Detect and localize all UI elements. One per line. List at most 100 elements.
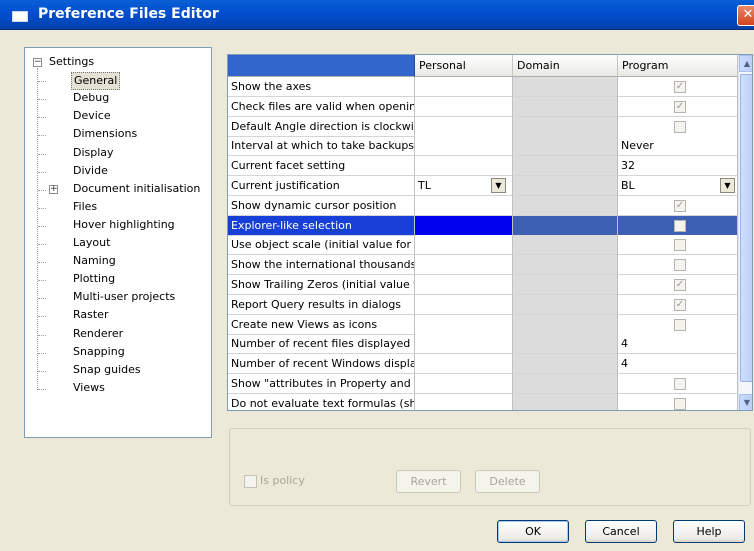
- personal-value-cell[interactable]: [415, 235, 513, 256]
- personal-value-cell[interactable]: [415, 294, 513, 315]
- personal-value-cell[interactable]: [415, 116, 513, 137]
- tree-node-multi-user-projects[interactable]: Multi-user projects: [73, 289, 175, 305]
- tree-node-views[interactable]: Views: [73, 380, 105, 396]
- tree-node-display[interactable]: Display: [73, 145, 114, 161]
- policy-group-box: [229, 428, 751, 506]
- tree-node-snapping[interactable]: Snapping: [73, 344, 125, 360]
- tree-node-debug[interactable]: Debug: [73, 90, 109, 106]
- program-value-cell: 4: [618, 334, 738, 355]
- tree-guide-tick: [38, 171, 46, 173]
- domain-value-cell: [513, 275, 618, 295]
- settings-tree[interactable]: − Settings General Debug Device Dimensions Dis…: [24, 47, 212, 438]
- program-value-cell: Never: [618, 136, 738, 157]
- table-row[interactable]: Default Angle direction is clockwise: [228, 116, 738, 137]
- table-row[interactable]: Current facet setting 32: [228, 156, 738, 177]
- program-value-text: Never: [621, 139, 654, 153]
- table-row[interactable]: Check files are valid when opening ✓: [228, 96, 738, 117]
- personal-value-cell[interactable]: [415, 136, 513, 157]
- is-policy-checkbox[interactable]: Is policy: [244, 474, 305, 488]
- personal-value-cell[interactable]: [415, 393, 513, 410]
- tree-node-dimensions[interactable]: Dimensions: [73, 126, 137, 142]
- tree-guide-tick: [38, 280, 46, 282]
- ok-button[interactable]: OK: [497, 520, 569, 543]
- tree-guide-tick: [38, 99, 46, 101]
- tree-node-layout[interactable]: Layout: [73, 235, 110, 251]
- tree-node-plotting[interactable]: Plotting: [73, 271, 115, 287]
- program-checkbox: [674, 397, 686, 410]
- setting-name-cell: Explorer-like selection: [228, 215, 415, 236]
- tree-guide-tick: [38, 189, 46, 191]
- program-value-cell: [618, 116, 738, 137]
- table-row[interactable]: Interval at which to take backups Never: [228, 136, 738, 157]
- tree-guide-tick: [38, 135, 46, 137]
- table-row[interactable]: Create new Views as icons: [228, 314, 738, 335]
- cancel-button[interactable]: Cancel: [585, 520, 657, 543]
- tree-expand-expander[interactable]: +: [49, 184, 58, 194]
- column-header-domain[interactable]: Domain: [513, 55, 618, 77]
- personal-value-cell[interactable]: TL ▼: [415, 176, 513, 196]
- personal-value-cell[interactable]: [415, 195, 513, 216]
- table-row[interactable]: Number of recent Windows display 4: [228, 354, 738, 375]
- tree-node-settings[interactable]: Settings: [49, 54, 94, 70]
- close-button[interactable]: ✕: [737, 5, 754, 26]
- revert-button[interactable]: Revert: [396, 470, 461, 493]
- table-row[interactable]: Do not evaluate text formulas (sh: [228, 393, 738, 410]
- tree-node-device[interactable]: Device: [73, 108, 111, 124]
- table-row[interactable]: Use object scale (initial value for n: [228, 235, 738, 256]
- table-row[interactable]: Show Trailing Zeros (initial value fc ✓: [228, 275, 738, 295]
- table-row[interactable]: Explorer-like selection: [228, 215, 738, 236]
- tree-node-document-initialisation[interactable]: Document initialisation: [73, 181, 200, 197]
- tree-guide-tick: [38, 262, 46, 264]
- vertical-scrollbar[interactable]: ▲ ▼: [738, 55, 752, 410]
- setting-name-cell: Show the axes: [228, 77, 415, 97]
- program-dropdown-arrow-icon[interactable]: ▼: [720, 178, 735, 193]
- tree-node-divide[interactable]: Divide: [73, 163, 108, 179]
- tree-collapse-expander[interactable]: −: [33, 58, 42, 67]
- personal-value-cell[interactable]: [415, 334, 513, 355]
- tree-node-snap-guides[interactable]: Snap guides: [73, 362, 141, 378]
- table-row[interactable]: Current justification TL ▼ BL ▼: [228, 176, 738, 196]
- tree-node-raster[interactable]: Raster: [73, 307, 108, 323]
- table-row[interactable]: Show the international thousands: [228, 255, 738, 276]
- tree-node-hover-highlighting[interactable]: Hover highlighting: [73, 217, 175, 233]
- program-value-cell: [618, 374, 738, 394]
- personal-value-cell[interactable]: [415, 156, 513, 177]
- domain-value-cell: [513, 374, 618, 394]
- table-row[interactable]: Number of recent files displayed 4: [228, 334, 738, 355]
- table-row[interactable]: Report Query results in dialogs ✓: [228, 294, 738, 315]
- table-row[interactable]: Show the axes ✓: [228, 77, 738, 97]
- personal-value-cell[interactable]: [415, 215, 513, 236]
- domain-value-cell: [513, 393, 618, 410]
- scroll-down-button[interactable]: ▼: [739, 394, 752, 410]
- tree-node-naming[interactable]: Naming: [73, 253, 116, 269]
- scroll-thumb[interactable]: [740, 74, 752, 382]
- scroll-up-button[interactable]: ▲: [739, 55, 752, 72]
- column-header-personal[interactable]: Personal: [415, 55, 513, 77]
- table-row[interactable]: Show "attributes in Property and (: [228, 374, 738, 394]
- personal-value-cell[interactable]: [415, 275, 513, 295]
- setting-name-cell: Default Angle direction is clockwise: [228, 116, 415, 137]
- setting-name-cell: Do not evaluate text formulas (sh: [228, 393, 415, 410]
- program-checkbox: ✓: [674, 81, 686, 93]
- help-button[interactable]: Help: [673, 520, 745, 543]
- personal-dropdown-arrow-icon[interactable]: ▼: [491, 178, 506, 193]
- tree-node-general[interactable]: General: [71, 72, 121, 91]
- personal-value-cell[interactable]: [415, 314, 513, 335]
- setting-name-cell: Show the international thousands: [228, 255, 415, 276]
- personal-value-cell[interactable]: [415, 374, 513, 394]
- tree-node-renderer[interactable]: Renderer: [73, 326, 123, 342]
- program-checkbox: ✓: [674, 199, 686, 212]
- program-value-cell: ✓: [618, 275, 738, 295]
- personal-value-cell[interactable]: [415, 77, 513, 97]
- domain-value-cell: [513, 176, 618, 196]
- personal-value-cell[interactable]: [415, 255, 513, 276]
- is-policy-check-box[interactable]: [244, 474, 257, 488]
- personal-value-cell[interactable]: [415, 96, 513, 117]
- column-header-program[interactable]: Program: [618, 55, 738, 77]
- delete-button[interactable]: Delete: [475, 470, 540, 493]
- table-row[interactable]: Show dynamic cursor position ✓: [228, 195, 738, 216]
- setting-name-cell: Create new Views as icons: [228, 314, 415, 335]
- program-checkbox: ✓: [674, 100, 686, 113]
- tree-node-files[interactable]: Files: [73, 199, 97, 215]
- personal-value-cell[interactable]: [415, 354, 513, 375]
